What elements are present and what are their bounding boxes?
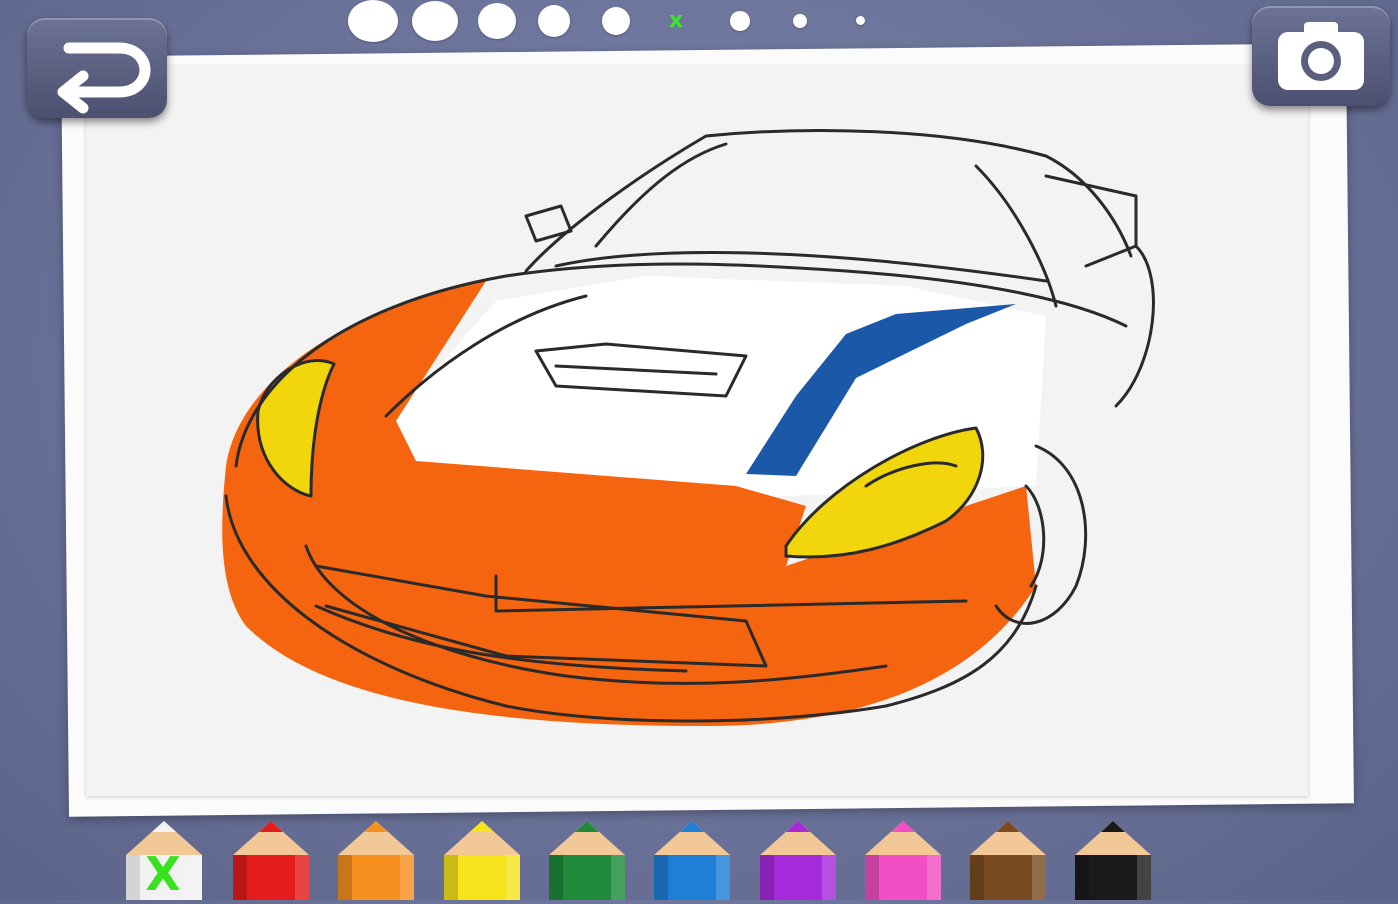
crayon-black[interactable] [1067,815,1159,900]
brush-size-x-large[interactable] [412,1,458,41]
crayon-blue[interactable] [646,815,738,900]
crayon-red-icon [233,821,309,900]
crayon-black-icon [1075,821,1151,900]
crayon-pink[interactable] [857,815,949,900]
brush-size-x-small[interactable] [730,11,750,31]
crayon-orange[interactable] [330,815,422,900]
crayon-green[interactable] [541,815,633,900]
crayon-purple-icon [760,821,836,900]
eraser-mark: X [145,847,181,901]
camera-button[interactable] [1252,6,1390,106]
brush-size-xx-small[interactable] [793,14,807,28]
crayon-brown-icon [970,821,1046,900]
crayon-yellow[interactable] [436,815,528,900]
crayon-pink-icon [865,821,941,900]
crayon-eraser[interactable]: X [118,815,210,900]
brush-size-xx-large[interactable] [348,0,398,42]
crayon-yellow-icon [444,821,520,900]
car-drawing[interactable] [86,66,1308,796]
crayon-orange-icon [338,821,414,900]
brush-size-selected-mark[interactable]: x [664,9,688,33]
crayon-blue-icon [654,821,730,900]
crayon-green-icon [549,821,625,900]
brush-size-medium[interactable] [538,5,570,37]
brush-size-small[interactable] [602,7,630,35]
undo-arrow-icon [57,42,151,114]
camera-icon [1278,22,1364,90]
brush-size-bar: x [330,0,890,44]
crayon-palette: X [0,815,1398,900]
crayon-red[interactable] [225,815,317,900]
crayon-purple[interactable] [752,815,844,900]
undo-button[interactable] [27,18,167,118]
brush-size-large[interactable] [478,3,516,39]
brush-size-tiny[interactable] [856,16,865,25]
crayon-brown[interactable] [962,815,1054,900]
